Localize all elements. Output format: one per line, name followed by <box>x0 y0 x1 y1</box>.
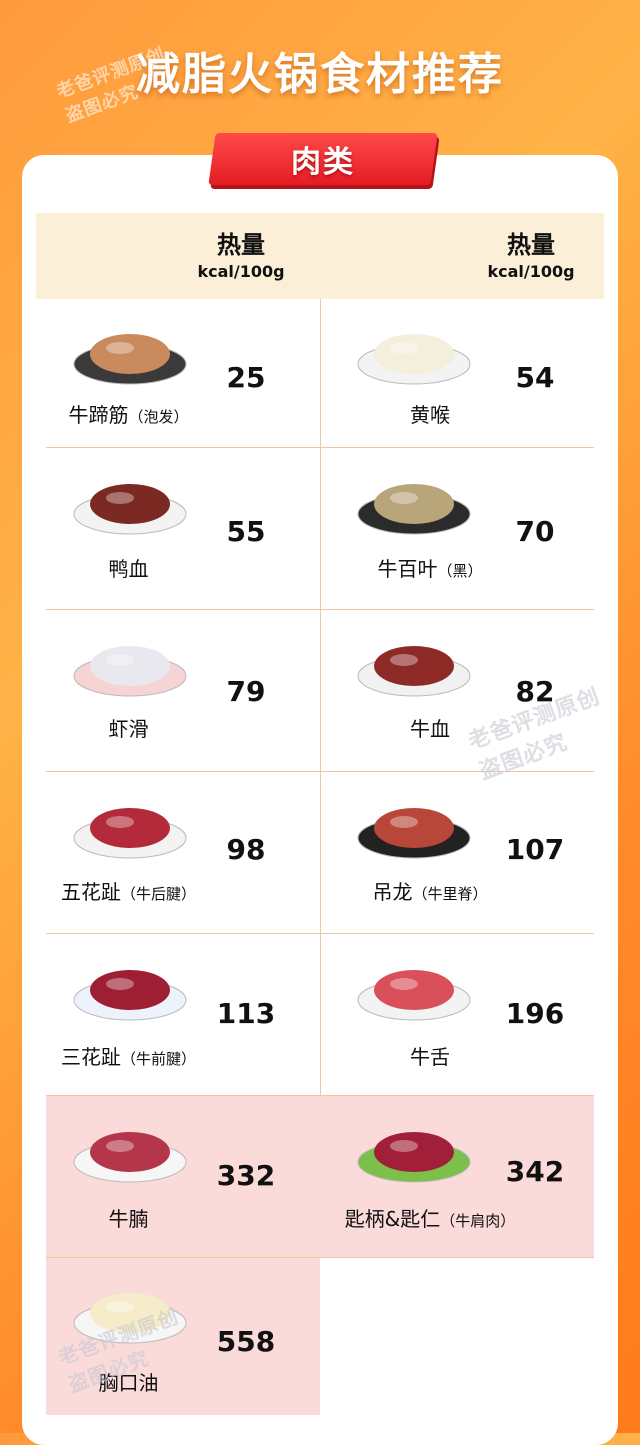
food-cell: 98 五花趾（牛后腱） <box>46 771 320 933</box>
header-left-unit: kcal/100g <box>197 262 285 281</box>
row-divider <box>46 933 594 934</box>
food-name-main: 三花趾 <box>60 1045 121 1069</box>
kcal-value: 55 <box>226 515 266 548</box>
food-name: 吊龙（牛里脊） <box>330 876 530 905</box>
food-name: 三花趾（牛前腱） <box>46 1041 211 1070</box>
brisket-plate-icon <box>70 1118 190 1188</box>
food-name-note: （牛后腱） <box>120 885 196 903</box>
food-name-main: 牛百叶 <box>377 557 438 581</box>
kcal-value: 98 <box>226 833 266 866</box>
food-name-note: （牛肩肉） <box>440 1212 516 1230</box>
row-divider <box>46 1095 594 1096</box>
shrimp-paste-plate-icon <box>70 632 190 702</box>
food-name-main: 牛腩 <box>108 1207 149 1231</box>
food-name: 匙柄&匙仁（牛肩肉） <box>330 1203 530 1232</box>
kcal-value: 54 <box>515 361 555 394</box>
kcal-value: 107 <box>505 833 565 866</box>
food-name: 牛百叶（黑） <box>330 553 530 582</box>
tendon-plate-icon <box>70 320 190 390</box>
chuck-plate-icon <box>354 1118 474 1188</box>
food-cell: 70 牛百叶（黑） <box>320 447 594 609</box>
table-header: 热量 kcal/100g 热量 kcal/100g <box>36 213 604 299</box>
food-name-note: （泡发） <box>128 408 189 426</box>
row-divider <box>46 609 594 610</box>
food-name-note: （牛里脊） <box>412 885 488 903</box>
kcal-value: 558 <box>216 1325 276 1358</box>
food-name: 鸭血 <box>46 553 211 582</box>
food-name: 五花趾（牛后腱） <box>46 876 211 905</box>
food-cell: 196 牛舌 <box>320 933 594 1095</box>
food-name-main: 鸭血 <box>108 557 149 581</box>
food-name-note: （黑） <box>437 562 483 580</box>
food-name-main: 牛蹄筋 <box>68 403 129 427</box>
category-banner: 肉类 <box>208 133 438 185</box>
aorta-plate-icon <box>354 320 474 390</box>
header-left-title: 热量 <box>217 231 265 259</box>
food-name-note: （牛前腱） <box>120 1050 196 1068</box>
duck-blood-plate-icon <box>70 470 190 540</box>
food-name: 牛蹄筋（泡发） <box>46 399 211 428</box>
row-divider <box>46 1257 594 1258</box>
food-cell: 113 三花趾（牛前腱） <box>46 933 320 1095</box>
food-name-main: 牛舌 <box>410 1045 450 1069</box>
food-name: 黄喉 <box>330 399 530 428</box>
kcal-value: 196 <box>505 997 565 1030</box>
food-name: 牛舌 <box>330 1041 530 1070</box>
food-cell: 342 匙柄&匙仁（牛肩肉） <box>320 1095 594 1257</box>
header-right: 热量 kcal/100g <box>476 225 586 281</box>
food-name-main: 黄喉 <box>410 403 450 427</box>
kcal-value: 113 <box>216 997 276 1030</box>
food-name-main: 匙柄&匙仁 <box>344 1207 441 1231</box>
food-cell: 25 牛蹄筋（泡发） <box>46 299 320 447</box>
food-cell: 79 虾滑 <box>46 609 320 771</box>
food-cell: 332 牛腩 <box>46 1095 320 1257</box>
kcal-value: 70 <box>515 515 555 548</box>
beef-blood-plate-icon <box>354 632 474 702</box>
food-name-main: 牛血 <box>410 717 450 741</box>
beef-shank-plate-icon <box>70 794 190 864</box>
food-cell: 55 鸭血 <box>46 447 320 609</box>
food-name-main: 虾滑 <box>108 717 149 741</box>
kcal-value: 25 <box>226 361 266 394</box>
food-cell: 107 吊龙（牛里脊） <box>320 771 594 933</box>
kcal-value: 79 <box>226 675 266 708</box>
kcal-value: 332 <box>216 1159 276 1192</box>
category-label: 肉类 <box>291 145 355 180</box>
food-name: 牛腩 <box>46 1203 211 1232</box>
header-left: 热量 kcal/100g <box>186 225 296 281</box>
kcal-value: 342 <box>505 1155 565 1188</box>
fore-shank-plate-icon <box>70 956 190 1026</box>
tongue-plate-icon <box>354 956 474 1026</box>
tripe-plate-icon <box>354 470 474 540</box>
header-right-unit: kcal/100g <box>487 262 575 281</box>
food-cell: 54 黄喉 <box>320 299 594 447</box>
row-divider <box>46 447 594 448</box>
header-right-title: 热量 <box>507 231 555 259</box>
food-name-main: 五花趾 <box>60 880 121 904</box>
food-name-main: 吊龙 <box>372 880 413 904</box>
tenderloin-plate-icon <box>354 794 474 864</box>
food-name: 虾滑 <box>46 713 211 742</box>
